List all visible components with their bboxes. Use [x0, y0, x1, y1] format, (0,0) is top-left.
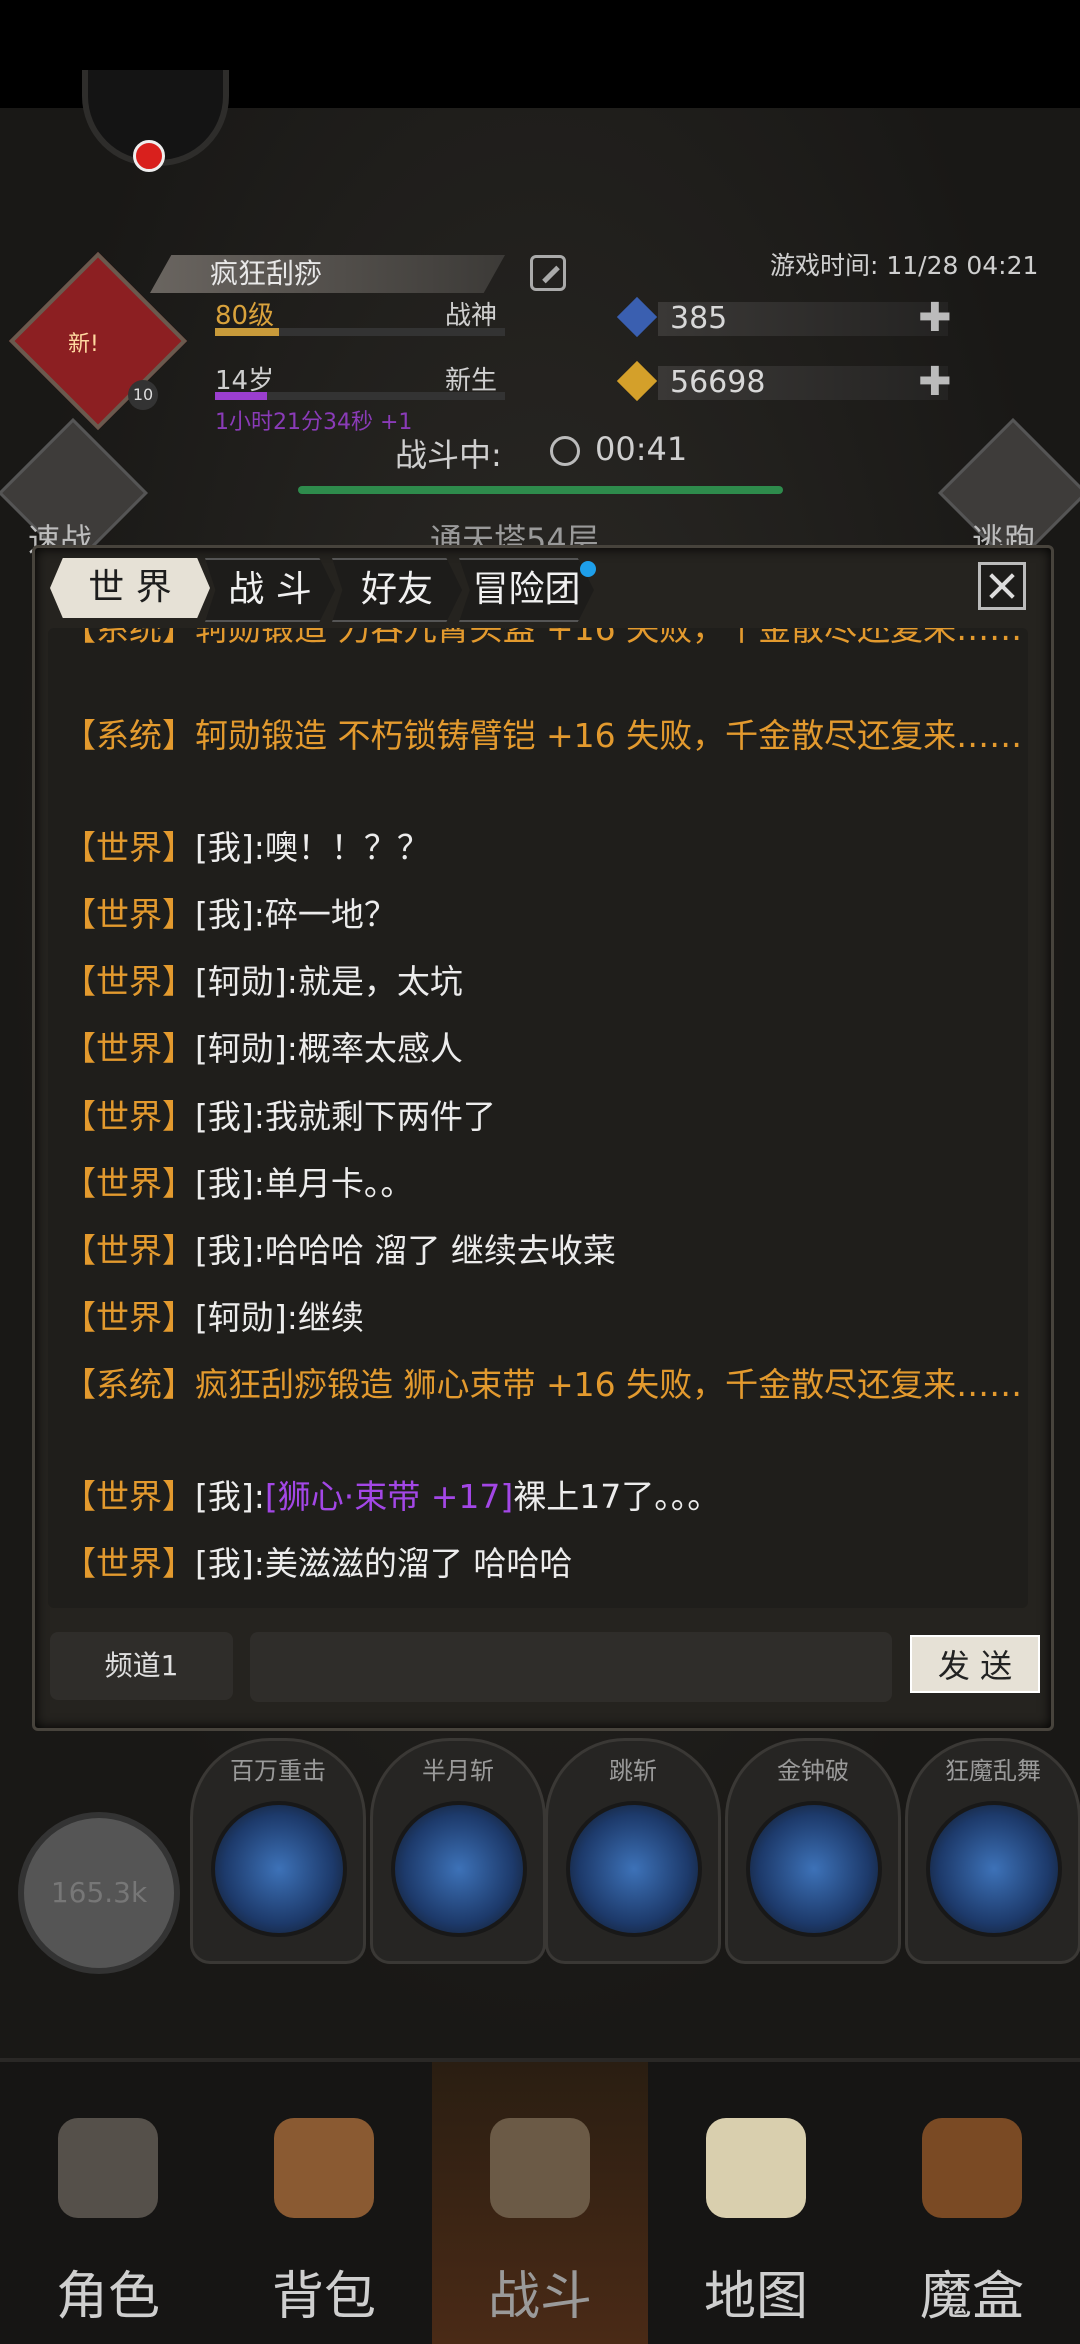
send-button[interactable]: 发 送 [910, 1635, 1040, 1693]
edit-icon[interactable] [530, 255, 566, 291]
exp-bar [215, 328, 505, 336]
skill-icon [926, 1801, 1062, 1937]
magic-box-icon [922, 2118, 1022, 2218]
scroll-map-icon [706, 2118, 806, 2218]
message-list[interactable]: 【系统】轲勋锻造 力吞九霄头盔 +16 失败，千金散尽还复来…… 【系统】轲勋锻… [48, 628, 1028, 1608]
skill-label: 金钟破 [777, 1757, 849, 1785]
skill-slot[interactable]: 跳斩 [545, 1738, 721, 1964]
add-gold-button[interactable]: ✚ [918, 362, 952, 402]
gold-value: 56698 [670, 365, 766, 400]
channel-select[interactable]: 频道1 [50, 1632, 233, 1700]
skill-icon [566, 1801, 702, 1937]
nav-label: 角色 [55, 2267, 160, 2327]
list-item: 【世界】[我]:美滋滋的溜了 哈哈哈 [63, 1544, 573, 1583]
skill-icon [211, 1801, 347, 1937]
list-item: 【世界】[我]:碎一地？ [63, 895, 397, 934]
age-timer: 1小时21分34秒 +1 [215, 410, 413, 435]
tab-guild[interactable]: 冒险团 [459, 558, 594, 622]
game-time: 游戏时间: 11/28 04:21 [770, 251, 1039, 280]
helmet-icon [58, 2118, 158, 2218]
list-item: 【系统】疯狂刮痧锻造 狮心束带 +16 失败，千金散尽还复来…… [63, 1365, 1023, 1404]
nav-label: 背包 [271, 2267, 376, 2327]
add-gem-button[interactable]: ✚ [918, 298, 952, 338]
gem-counter: 385 ✚ [616, 296, 952, 338]
skill-icon [746, 1801, 882, 1937]
chat-input[interactable] [250, 1632, 892, 1702]
skill-slot[interactable]: 狂魔乱舞 [905, 1738, 1080, 1964]
skill-label: 狂魔乱舞 [945, 1757, 1041, 1785]
skill-slot[interactable]: 金钟破 [725, 1738, 901, 1964]
nav-battle[interactable]: 战斗 [432, 2062, 648, 2344]
age-bar [215, 392, 505, 400]
battle-status: 战斗中: [395, 436, 502, 474]
backpack-icon [274, 2118, 374, 2218]
gold-icon [616, 360, 658, 402]
player-rank: 战神 [445, 301, 498, 331]
bottom-nav: 角色 背包 战斗 地图 魔盒 [0, 2058, 1080, 2344]
battle-time: 00:41 [595, 430, 688, 468]
badge-level: 10 [128, 380, 158, 410]
item-link[interactable]: [狮心·束带 +17] [265, 1477, 513, 1516]
nav-character[interactable]: 角色 [0, 2062, 216, 2344]
list-item: 【世界】[轲勋]:继续 [63, 1298, 364, 1337]
skill-label: 半月斩 [422, 1757, 494, 1785]
close-button[interactable] [978, 562, 1026, 610]
tab-friends[interactable]: 好友 [332, 558, 462, 622]
nav-map[interactable]: 地图 [648, 2062, 864, 2344]
list-item: 【系统】轲勋锻造 不朽锁铸臂铠 +16 失败，千金散尽还复来…… [63, 716, 1023, 755]
list-item: 【世界】[我]:噢！！？？ [63, 828, 430, 867]
nav-label: 魔盒 [919, 2267, 1024, 2327]
clock-icon [550, 436, 580, 466]
guild-notification-dot [580, 561, 596, 577]
nav-backpack[interactable]: 背包 [216, 2062, 432, 2344]
gold-counter: 56698 ✚ [616, 360, 952, 402]
gem-icon [616, 296, 658, 338]
list-item: 【世界】[我]:哈哈哈 溜了 继续去收菜 [63, 1231, 616, 1270]
list-item: 【世界】[轲勋]:就是，太坑 [63, 962, 463, 1001]
list-item: 【世界】[我]:我就剩下两件了 [63, 1097, 496, 1136]
notification-dot [133, 140, 165, 172]
tab-world[interactable]: 世 界 [50, 558, 210, 618]
list-item: 【世界】[我]:单月卡。。 [63, 1164, 414, 1203]
nav-label: 地图 [703, 2267, 808, 2327]
skill-slot[interactable]: 百万重击 [190, 1738, 366, 1964]
skill-label: 百万重击 [230, 1757, 326, 1785]
list-item: 【世界】[我]:[狮心·束带 +17]裸上17了。。。 [63, 1477, 721, 1516]
power-value: 165.3k [18, 1812, 180, 1974]
tab-battle[interactable]: 战 斗 [205, 558, 335, 622]
nav-magic-box[interactable]: 魔盒 [864, 2062, 1080, 2344]
skill-label: 跳斩 [609, 1757, 657, 1785]
skill-slot[interactable]: 半月斩 [370, 1738, 546, 1964]
gem-value: 385 [670, 301, 728, 336]
sword-shield-icon [490, 2118, 590, 2218]
name-plate [150, 255, 505, 293]
list-item: 【世界】[轲勋]:概率太感人 [63, 1029, 463, 1068]
class-badge-label: 新! [68, 332, 99, 357]
list-item: 【系统】轲勋锻造 力吞九霄头盔 +16 失败，千金散尽还复来…… [63, 628, 1023, 648]
nav-label: 战斗 [487, 2267, 592, 2327]
skill-icon [391, 1801, 527, 1937]
player-level: 80级 [215, 301, 275, 331]
player-name: 疯狂刮痧 [210, 257, 323, 290]
battle-progress [298, 486, 783, 494]
